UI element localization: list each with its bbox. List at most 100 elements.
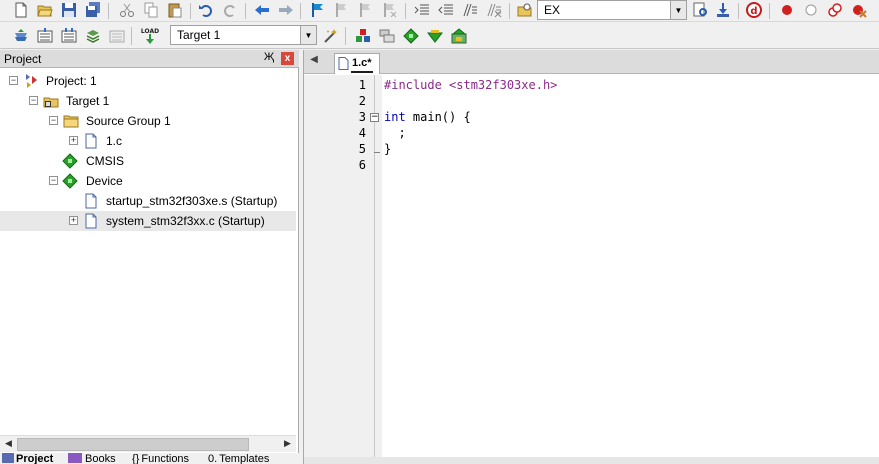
cut-icon[interactable] bbox=[118, 1, 136, 19]
tab-1-c[interactable]: 1.c* bbox=[334, 53, 380, 74]
line-number-gutter: 1 2 3 4 5 6 bbox=[304, 75, 382, 459]
book-icon bbox=[68, 453, 82, 463]
navigate-back-icon[interactable] bbox=[253, 1, 271, 19]
code-line[interactable]: ; bbox=[384, 126, 406, 140]
debug-session-icon[interactable]: d bbox=[745, 1, 763, 19]
rebuild-icon[interactable] bbox=[60, 27, 78, 45]
fold-toggle-icon[interactable]: − bbox=[370, 113, 379, 122]
load-label: LOAD bbox=[141, 28, 159, 35]
fold-end-marker bbox=[374, 152, 380, 153]
tab-label: 1.c* bbox=[352, 57, 372, 69]
folder-icon bbox=[63, 113, 79, 129]
disable-all-breakpoints-icon[interactable] bbox=[826, 1, 844, 19]
save-icon[interactable] bbox=[60, 1, 78, 19]
line-number: 5 bbox=[358, 142, 366, 156]
tab-templates-label: Templates bbox=[219, 453, 270, 464]
panel-tabs: Project Books {} Functions 0. Templates bbox=[0, 453, 299, 464]
tree-item-label: Project: 1 bbox=[46, 74, 97, 88]
indent-icon[interactable] bbox=[413, 1, 431, 19]
tree-item-source-group[interactable]: − Source Group 1 bbox=[0, 111, 296, 131]
navigate-forward-icon[interactable] bbox=[277, 1, 295, 19]
build-icon[interactable] bbox=[36, 27, 54, 45]
code-line[interactable]: } bbox=[384, 142, 391, 156]
unindent-icon[interactable] bbox=[437, 1, 455, 19]
breakpoint-icon[interactable] bbox=[778, 1, 796, 19]
tree-item-label: 1.c bbox=[106, 134, 123, 148]
redo-icon[interactable] bbox=[221, 1, 239, 19]
tab-functions[interactable]: {} Functions bbox=[132, 453, 189, 464]
find-icon[interactable] bbox=[692, 1, 710, 19]
code-token: } bbox=[384, 142, 392, 156]
expand-icon[interactable]: + bbox=[69, 136, 78, 145]
open-file-icon[interactable] bbox=[36, 1, 54, 19]
copy-icon[interactable] bbox=[142, 1, 160, 19]
chevron-down-icon[interactable]: ▼ bbox=[300, 26, 316, 44]
code-line[interactable]: int main() { bbox=[384, 110, 471, 124]
stop-build-icon[interactable] bbox=[108, 27, 126, 45]
select-packs-icon[interactable] bbox=[378, 27, 396, 45]
tree-item-project[interactable]: − Project: 1 bbox=[0, 71, 296, 91]
code-token: int bbox=[384, 110, 406, 124]
download-icon[interactable]: LOAD bbox=[140, 26, 160, 46]
tree-item-label: system_stm32f3xx.c (Startup) bbox=[106, 214, 265, 228]
tab-templates[interactable]: 0. Templates bbox=[208, 453, 269, 464]
tree-item-cmsis[interactable]: CMSIS bbox=[0, 151, 296, 171]
translate-icon[interactable] bbox=[12, 27, 30, 45]
uncomment-icon[interactable] bbox=[485, 1, 503, 19]
collapse-icon[interactable]: − bbox=[49, 176, 58, 185]
tree-item-file[interactable]: + 1.c bbox=[0, 131, 296, 151]
target-options-icon[interactable] bbox=[322, 27, 340, 45]
paste-icon[interactable] bbox=[166, 1, 184, 19]
project-panel-title: Project bbox=[4, 52, 42, 66]
close-icon[interactable]: x bbox=[281, 52, 294, 65]
line-number: 6 bbox=[358, 158, 366, 172]
component-icon bbox=[62, 173, 78, 189]
tree-item-system-file[interactable]: + system_stm32f3xx.c (Startup) bbox=[0, 211, 296, 231]
code-line[interactable]: #include <stm32f303xe.h> bbox=[384, 78, 557, 92]
tab-project[interactable]: Project bbox=[2, 453, 53, 464]
code-token: ; bbox=[384, 126, 406, 140]
project-horizontal-scrollbar[interactable]: ◀ ▶ bbox=[0, 435, 296, 452]
software-packs-icon[interactable] bbox=[450, 27, 468, 45]
scroll-left-icon[interactable]: ◀ bbox=[1, 437, 16, 452]
scrollbar-thumb[interactable] bbox=[17, 438, 249, 451]
tree-item-startup-file[interactable]: startup_stm32f303xe.s (Startup) bbox=[0, 191, 296, 211]
tree-item-target[interactable]: − Target 1 bbox=[0, 91, 296, 111]
scroll-right-icon[interactable]: ▶ bbox=[280, 437, 295, 452]
tab-project-label: Project bbox=[16, 453, 54, 464]
expand-icon[interactable]: + bbox=[69, 216, 78, 225]
kill-all-breakpoints-icon[interactable] bbox=[850, 1, 868, 19]
target-select[interactable]: Target 1 ▼ bbox=[170, 25, 317, 45]
bookmark-icon[interactable] bbox=[309, 1, 327, 19]
collapse-icon[interactable]: − bbox=[49, 116, 58, 125]
editor-horizontal-scrollbar[interactable] bbox=[304, 457, 879, 464]
collapse-icon[interactable]: − bbox=[29, 96, 38, 105]
tree-item-label: CMSIS bbox=[86, 154, 125, 168]
save-all-icon[interactable] bbox=[84, 1, 102, 19]
clear-bookmarks-icon[interactable] bbox=[381, 1, 399, 19]
disable-breakpoint-icon[interactable] bbox=[802, 1, 820, 19]
tab-books[interactable]: Books bbox=[68, 453, 116, 464]
find-combo[interactable]: EX ▼ bbox=[537, 0, 687, 20]
pin-icon[interactable]: Җ bbox=[262, 51, 276, 65]
tab-functions-label: Functions bbox=[141, 453, 190, 464]
manage-rte-icon[interactable] bbox=[402, 27, 420, 45]
previous-bookmark-icon[interactable] bbox=[333, 1, 351, 19]
find-in-files-icon[interactable] bbox=[516, 1, 534, 19]
manage-project-items-icon[interactable] bbox=[354, 27, 372, 45]
braces-icon: {} bbox=[132, 453, 140, 464]
batch-build-icon[interactable] bbox=[84, 27, 102, 45]
pack-installer-icon[interactable] bbox=[426, 27, 444, 45]
comment-icon[interactable] bbox=[461, 1, 479, 19]
next-bookmark-icon[interactable] bbox=[357, 1, 375, 19]
build-toolbar: LOAD Target 1 ▼ bbox=[0, 23, 879, 49]
new-file-icon[interactable] bbox=[12, 1, 30, 19]
tree-item-device[interactable]: − Device bbox=[0, 171, 296, 191]
collapse-icon[interactable]: − bbox=[9, 76, 18, 85]
tab-overflow-icon[interactable]: ◀ bbox=[304, 54, 324, 71]
target-icon bbox=[43, 93, 59, 109]
incremental-find-icon[interactable] bbox=[714, 1, 732, 19]
svg-text:d: d bbox=[750, 6, 757, 17]
chevron-down-icon[interactable]: ▼ bbox=[670, 1, 686, 19]
undo-icon[interactable] bbox=[197, 1, 215, 19]
